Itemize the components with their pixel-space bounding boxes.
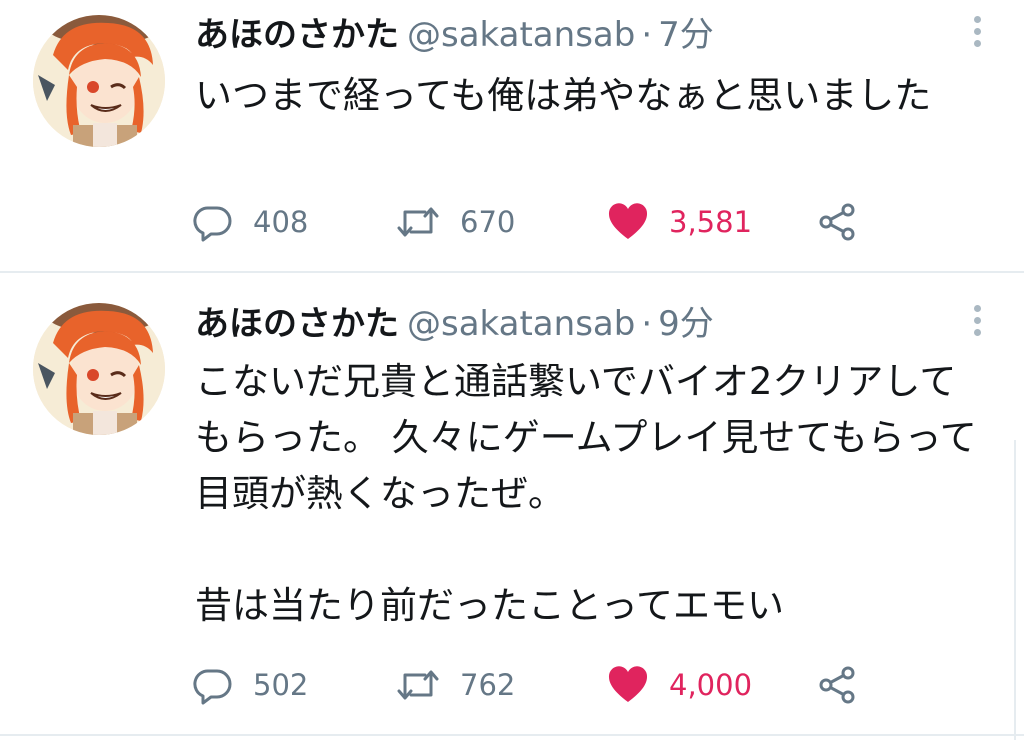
timeline: あほのさかた @sakatansab · 7分 いつまで経っても俺は弟やなぁと思いまし…: [0, 0, 1024, 740]
share-icon: [818, 202, 858, 242]
avatar-illustration: [33, 15, 165, 147]
user-handle[interactable]: @sakatansab: [407, 15, 635, 55]
share-icon: [818, 665, 858, 705]
timestamp[interactable]: 7分: [658, 15, 714, 55]
retweet-count: 762: [460, 668, 516, 702]
share-button[interactable]: [818, 663, 858, 707]
user-handle[interactable]: @sakatansab: [407, 304, 635, 344]
separator-dot: ·: [641, 304, 653, 344]
share-button[interactable]: [818, 200, 858, 244]
reply-bubble-icon: [193, 202, 233, 242]
reply-bubble-icon: [193, 665, 233, 705]
tweet-header: あほのさかた @sakatansab · 7分: [195, 13, 714, 57]
retweet-arrows-icon: [396, 665, 440, 705]
reply-count: 502: [253, 668, 309, 702]
tweet-text: いつまで経っても俺は弟やなぁと思いました: [195, 74, 932, 117]
like-button[interactable]: 4,000: [607, 663, 752, 707]
separator-dot: ·: [641, 15, 653, 55]
display-name[interactable]: あほのさかた: [195, 15, 399, 55]
reply-count: 408: [253, 205, 309, 239]
scrollbar-track[interactable]: [1014, 440, 1024, 740]
tweet[interactable]: あほのさかた @sakatansab · 9分 こないだ兄貴と通話繋いでバイオ2クリア…: [0, 273, 1024, 733]
action-bar: 408 670 3,581: [193, 200, 893, 244]
display-name[interactable]: あほのさかた: [195, 304, 399, 344]
tweet-header: あほのさかた @sakatansab · 9分: [195, 302, 714, 346]
more-vertical-icon[interactable]: [970, 305, 984, 345]
tweet-text: こないだ兄貴と通話繋いでバイオ2クリアしてもらった。 久々にゲームプレイ見せても…: [195, 360, 977, 627]
like-count: 4,000: [669, 668, 753, 702]
retweet-count: 670: [460, 205, 516, 239]
avatar-illustration: [33, 303, 165, 435]
tweet[interactable]: あほのさかた @sakatansab · 7分 いつまで経っても俺は弟やなぁと思いまし…: [0, 0, 1024, 272]
avatar[interactable]: [33, 15, 165, 147]
heart-icon: [607, 665, 649, 705]
heart-icon: [607, 202, 649, 242]
retweet-button[interactable]: 762: [396, 663, 515, 707]
reply-button[interactable]: 502: [193, 663, 308, 707]
like-count: 3,581: [669, 205, 753, 239]
timestamp[interactable]: 9分: [658, 304, 714, 344]
action-bar: 502 762 4,000: [193, 663, 893, 707]
retweet-button[interactable]: 670: [396, 200, 515, 244]
more-vertical-icon[interactable]: [970, 16, 984, 56]
reply-button[interactable]: 408: [193, 200, 308, 244]
like-button[interactable]: 3,581: [607, 200, 752, 244]
retweet-arrows-icon: [396, 202, 440, 242]
divider: [0, 734, 1024, 736]
avatar[interactable]: [33, 303, 165, 435]
